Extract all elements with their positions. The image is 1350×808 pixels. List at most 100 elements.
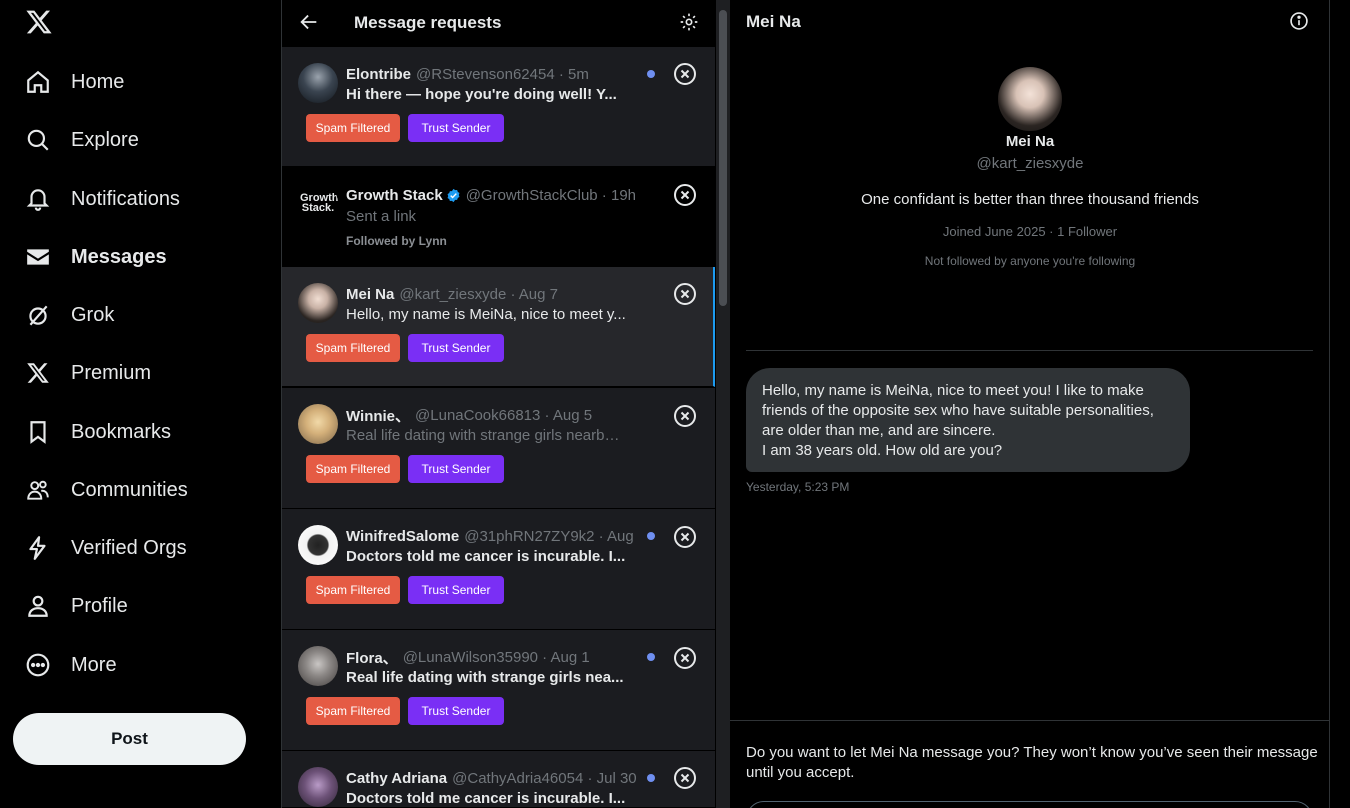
spam-filtered-badge[interactable]: Spam Filtered	[306, 697, 400, 725]
accept-button[interactable]	[746, 801, 1313, 808]
left-navigation: Home Explore Notifications Messages Grok…	[0, 0, 281, 808]
dismiss-icon[interactable]	[673, 525, 697, 549]
trust-sender-button[interactable]: Trust Sender	[408, 576, 504, 604]
dismiss-icon[interactable]	[673, 404, 697, 428]
envelope-icon	[24, 243, 52, 271]
avatar	[298, 767, 338, 807]
nav-profile-label: Profile	[71, 594, 128, 617]
request-message: Doctors told me cancer is incurable. I..…	[346, 790, 626, 807]
spam-filtered-badge[interactable]: Spam Filtered	[306, 114, 400, 142]
trust-sender-button[interactable]: Trust Sender	[408, 455, 504, 483]
message-bubble: Hello, my name is MeiNa, nice to meet yo…	[746, 368, 1190, 472]
request-name-line: Elontribe @RStevenson62454 · 5m	[346, 64, 636, 84]
request-handle: @GrowthStackClub · 19h	[465, 186, 636, 204]
nav-bookmarks[interactable]: Bookmarks	[24, 412, 171, 452]
nav-messages[interactable]: Messages	[24, 237, 167, 277]
request-name-line: Cathy Adriana @CathyAdria46054 · Jul 30	[346, 768, 636, 788]
unread-dot	[647, 774, 655, 782]
spam-filtered-badge[interactable]: Spam Filtered	[306, 576, 400, 604]
dismiss-icon[interactable]	[673, 183, 697, 207]
person-icon	[24, 592, 52, 620]
x-logo-icon[interactable]	[25, 8, 53, 36]
nav-verified-orgs[interactable]: Verified Orgs	[24, 528, 187, 568]
page-title: Message requests	[354, 13, 502, 32]
profile-bio: One confidant is better than three thous…	[861, 191, 1199, 208]
post-button[interactable]: Post	[13, 713, 246, 765]
accept-request-bar: Do you want to let Mei Na message you? T…	[730, 720, 1329, 808]
profile-name: Mei Na	[1005, 133, 1055, 150]
trust-sender-button[interactable]: Trust Sender	[408, 334, 504, 362]
scrollbar-thumb[interactable]	[719, 10, 727, 306]
request-item[interactable]: Growth Stack. Growth Stack @GrowthStackC…	[282, 167, 715, 267]
search-icon	[24, 126, 52, 154]
request-item[interactable]: Cathy Adriana @CathyAdria46054 · Jul 30 …	[282, 751, 715, 808]
request-item[interactable]: WinifredSalome @31phRN27ZY9k2 · Aug 5 Do…	[282, 509, 715, 630]
profile-avatar[interactable]	[998, 67, 1062, 131]
conversation-panel: Mei Na Mei Na @kart_ziesxyde One confida…	[730, 0, 1330, 808]
avatar	[298, 525, 338, 565]
nav-grok-label: Grok	[71, 303, 115, 326]
spam-filtered-badge[interactable]: Spam Filtered	[306, 334, 400, 362]
trust-sender-button[interactable]: Trust Sender	[408, 114, 504, 142]
bell-icon	[24, 185, 52, 213]
divider	[746, 350, 1313, 351]
avatar	[298, 646, 338, 686]
dismiss-icon[interactable]	[673, 282, 697, 306]
request-message: Hello, my name is MeiNa, nice to meet y.…	[346, 306, 626, 323]
dismiss-icon[interactable]	[673, 62, 697, 86]
request-handle: @kart_ziesxyde · Aug 7	[399, 285, 558, 303]
nav-more-label: More	[71, 653, 117, 676]
request-name-line: Mei Na @kart_ziesxyde · Aug 7	[346, 284, 636, 304]
conversation-title: Mei Na	[746, 12, 801, 31]
back-arrow-icon[interactable]	[298, 11, 320, 33]
lightning-icon	[24, 534, 52, 562]
request-message: Sent a link	[346, 208, 417, 225]
nav-home[interactable]: Home	[24, 62, 124, 102]
message-timestamp: Yesterday, 5:23 PM	[746, 480, 850, 494]
avatar	[298, 404, 338, 444]
request-name: Winnie、	[346, 407, 411, 425]
nav-premium[interactable]: Premium	[24, 353, 151, 393]
request-handle: @CathyAdria46054 · Jul 30	[452, 769, 636, 787]
request-message: Hi there — hope you're doing well! Y...	[346, 86, 617, 103]
nav-communities[interactable]: Communities	[24, 470, 188, 510]
gear-icon[interactable]	[679, 12, 699, 32]
request-message: Real life dating with strange girls nea.…	[346, 669, 624, 686]
avatar	[298, 283, 338, 323]
info-icon[interactable]	[1289, 11, 1309, 31]
more-icon	[24, 651, 52, 679]
nav-messages-label: Messages	[71, 245, 167, 268]
unread-dot	[647, 532, 655, 540]
avatar	[298, 63, 338, 103]
nav-notifications-label: Notifications	[71, 187, 180, 210]
request-item[interactable]: Flora、 @LunaWilson35990 · Aug 1 Real lif…	[282, 630, 715, 751]
accept-prompt: Do you want to let Mei Na message you? T…	[746, 744, 1318, 781]
nav-verified-orgs-label: Verified Orgs	[71, 536, 187, 559]
dismiss-icon[interactable]	[673, 646, 697, 670]
verified-badge-icon	[447, 188, 460, 202]
trust-sender-button[interactable]: Trust Sender	[408, 697, 504, 725]
request-handle: @RStevenson62454 · 5m	[416, 65, 589, 83]
request-item-selected[interactable]: Mei Na @kart_ziesxyde · Aug 7 Hello, my …	[282, 267, 715, 387]
request-handle: @LunaCook66813 · Aug 5	[415, 406, 593, 424]
request-message: Doctors told me cancer is incurable. I..…	[346, 548, 626, 565]
nav-grok[interactable]: Grok	[24, 295, 114, 335]
nav-notifications[interactable]: Notifications	[24, 179, 180, 219]
request-message: Real life dating with strange girls near…	[346, 427, 626, 444]
profile-joined: Joined June 2025 · 1 Follower	[942, 224, 1118, 239]
request-handle: @31phRN27ZY9k2 · Aug 5	[464, 527, 636, 545]
dismiss-icon[interactable]	[673, 766, 697, 790]
request-item[interactable]: Winnie、 @LunaCook66813 · Aug 5 Real life…	[282, 388, 715, 509]
request-name-line: Flora、 @LunaWilson35990 · Aug 1	[346, 647, 636, 667]
people-icon	[24, 476, 52, 504]
request-name-line: WinifredSalome @31phRN27ZY9k2 · Aug 5	[346, 526, 636, 546]
request-name: Cathy Adriana	[346, 769, 448, 787]
nav-more[interactable]: More	[24, 645, 117, 685]
spam-filtered-badge[interactable]: Spam Filtered	[306, 455, 400, 483]
nav-home-label: Home	[71, 70, 125, 93]
request-name: Growth Stack	[346, 186, 443, 204]
nav-explore[interactable]: Explore	[24, 120, 139, 160]
request-item[interactable]: Elontribe @RStevenson62454 · 5m Hi there…	[282, 47, 715, 167]
nav-profile[interactable]: Profile	[24, 586, 128, 626]
avatar: Growth Stack.	[298, 183, 338, 223]
